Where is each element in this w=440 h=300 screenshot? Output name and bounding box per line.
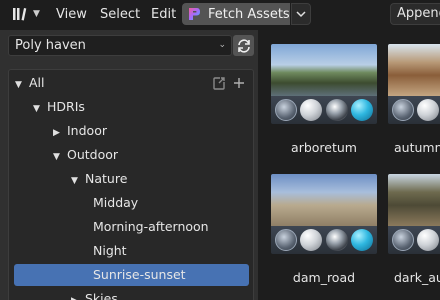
asset-thumbnail xyxy=(388,174,440,254)
new-catalog-icon[interactable] xyxy=(211,75,227,91)
asset-name: dark_autu xyxy=(394,270,440,285)
asset-grid: arboretum autumn_f dam_road dark_autu xyxy=(264,30,440,300)
chevron-down-icon: ▼ xyxy=(33,9,40,19)
tree-item-skies[interactable]: ▶Skies xyxy=(9,288,118,300)
catalog-panel: Poly haven ⌄ ▼ All ▼ HDRIs ▶ Indoor ▼ Ou… xyxy=(0,30,258,300)
tree-item-morning-afternoon[interactable]: Morning-afternoon xyxy=(9,216,209,238)
refresh-icon xyxy=(237,38,250,53)
collapse-arrow-icon[interactable]: ▶ xyxy=(53,122,67,144)
asset-browser-icon xyxy=(13,8,27,21)
expand-arrow-icon[interactable]: ▼ xyxy=(15,74,29,96)
chevron-down-icon: ⌄ xyxy=(218,40,226,50)
append-button[interactable]: Append xyxy=(390,3,440,25)
menu-select[interactable]: Select xyxy=(100,5,140,25)
header-bar: ▼ View Select Edit Fetch Assets Append xyxy=(0,0,440,30)
menu-view[interactable]: View xyxy=(56,5,87,25)
asset-card[interactable]: arboretum xyxy=(271,44,377,155)
tree-item-hdris[interactable]: ▼ HDRIs xyxy=(9,96,85,118)
tree-item-midday[interactable]: Midday xyxy=(9,192,138,214)
tree-item-indoor[interactable]: ▶ Indoor xyxy=(9,120,107,142)
tree-item-sunrise-sunset[interactable]: Sunrise-sunset xyxy=(14,264,249,286)
asset-thumbnail xyxy=(271,174,377,254)
asset-source-select[interactable]: Poly haven ⌄ xyxy=(8,35,232,56)
asset-name: autumn_f xyxy=(394,140,440,155)
asset-card[interactable]: dark_autu xyxy=(388,174,440,285)
poly-haven-logo-icon xyxy=(189,8,200,20)
refresh-button[interactable] xyxy=(233,35,254,56)
chevron-down-icon xyxy=(296,11,306,18)
asset-thumbnail xyxy=(388,44,440,124)
asset-thumbnail xyxy=(271,44,377,124)
fetch-assets-label: Fetch Assets xyxy=(208,6,290,22)
tree-item-nature[interactable]: ▼ Nature xyxy=(9,168,127,190)
editor-type-button[interactable]: ▼ xyxy=(8,3,44,25)
expand-arrow-icon[interactable]: ▼ xyxy=(53,146,67,168)
catalog-tree: ▼ All ▼ HDRIs ▶ Indoor ▼ Outdoor ▼ Nature Mid… xyxy=(8,69,254,300)
asset-name: arboretum xyxy=(291,140,357,155)
fetch-assets-button[interactable]: Fetch Assets xyxy=(182,3,290,25)
collapse-arrow-icon[interactable]: ▶ xyxy=(71,290,85,300)
add-icon[interactable] xyxy=(233,77,245,89)
tree-item-all[interactable]: ▼ All xyxy=(9,72,45,94)
expand-arrow-icon[interactable]: ▼ xyxy=(71,170,85,192)
asset-source-value: Poly haven xyxy=(15,38,86,53)
fetch-options-dropdown[interactable] xyxy=(291,3,311,25)
asset-card[interactable]: dam_road xyxy=(271,174,377,285)
tree-item-night[interactable]: Night xyxy=(9,240,127,262)
menu-edit[interactable]: Edit xyxy=(151,5,176,25)
asset-name: dam_road xyxy=(292,270,356,285)
tree-tools xyxy=(211,74,245,92)
tree-item-outdoor[interactable]: ▼ Outdoor xyxy=(9,144,118,166)
expand-arrow-icon[interactable]: ▼ xyxy=(33,98,47,120)
asset-card[interactable]: autumn_f xyxy=(388,44,440,155)
